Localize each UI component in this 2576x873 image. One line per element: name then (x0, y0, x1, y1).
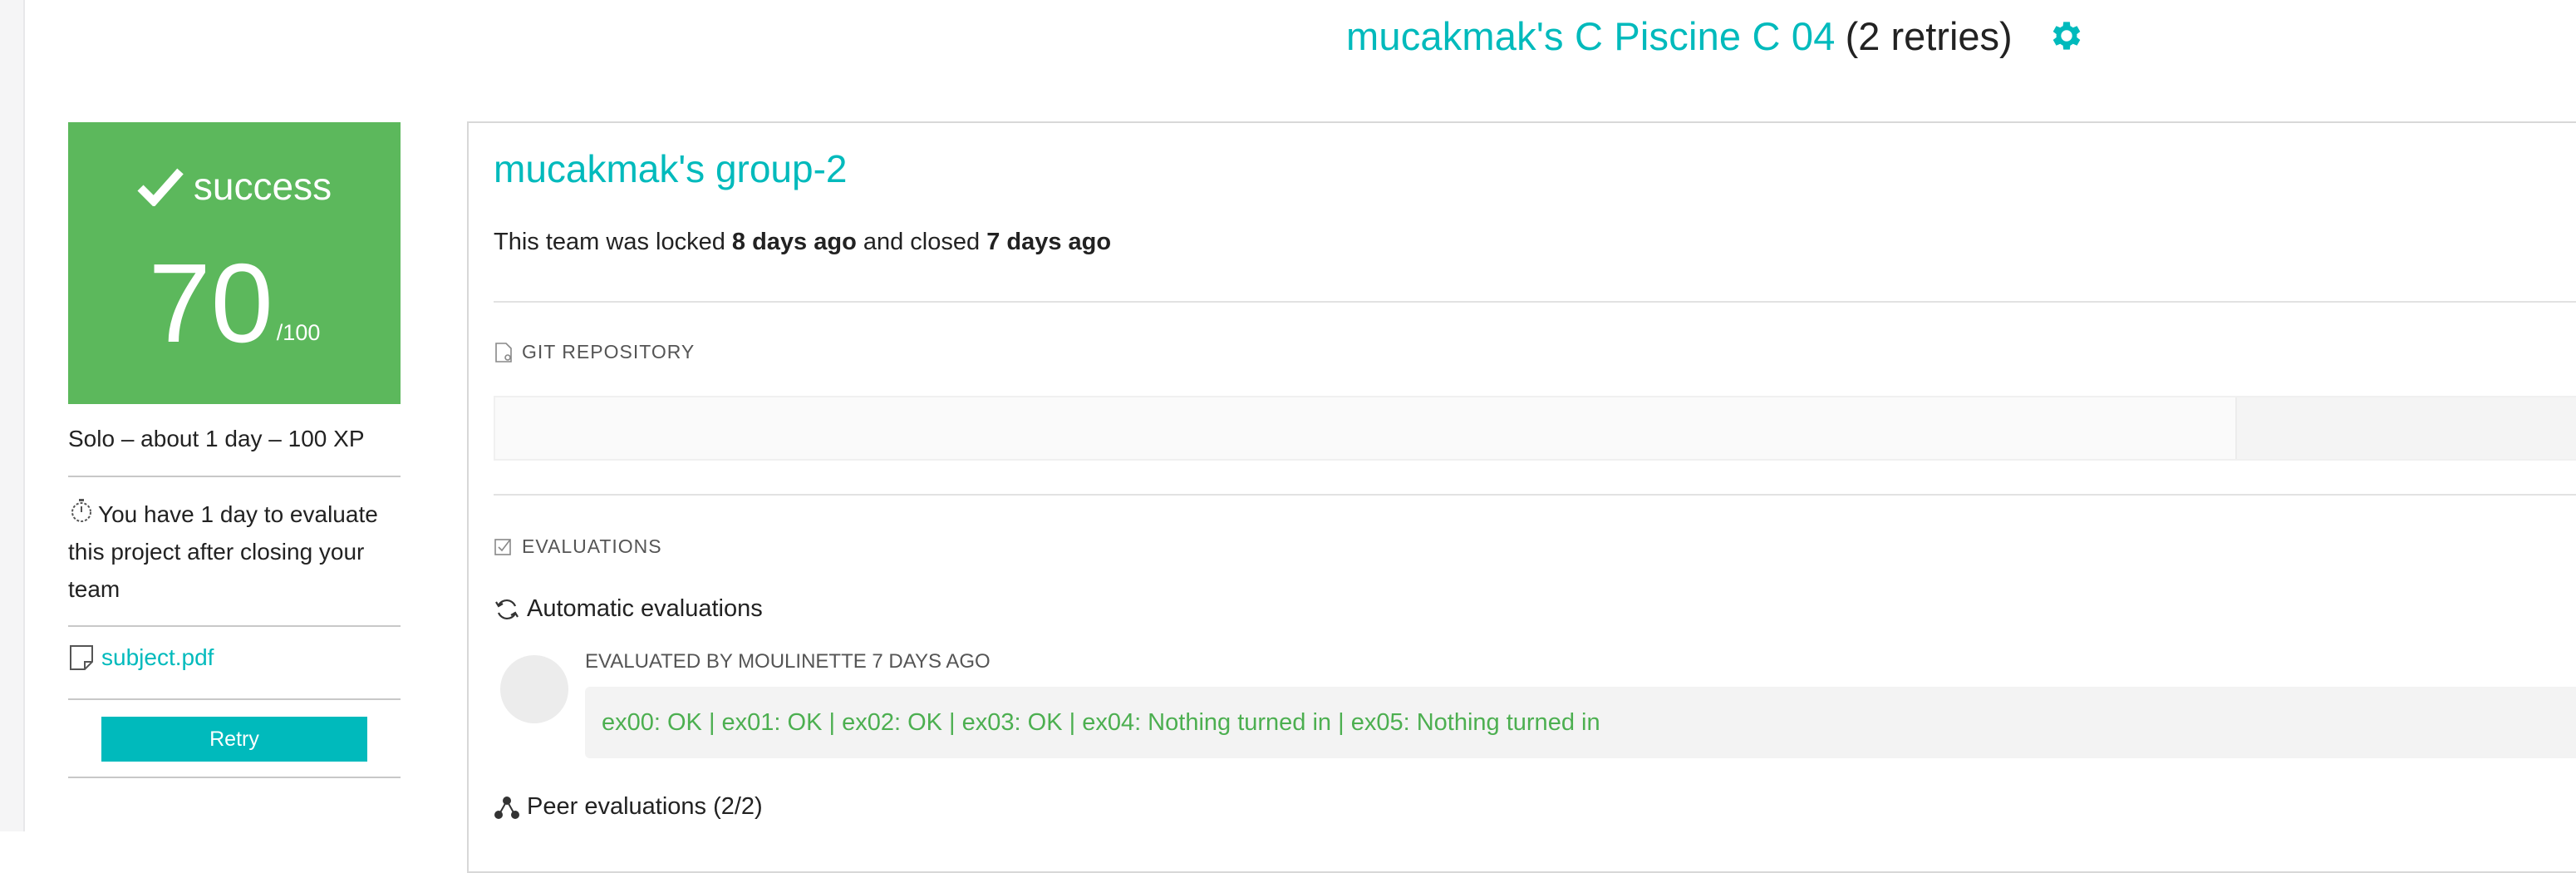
document-icon (70, 645, 93, 670)
divider (68, 777, 401, 778)
lock-prefix: This team was locked (494, 229, 732, 255)
peer-evaluations-header: Peer evaluations (2/2) (494, 793, 763, 821)
status-box: success 70 /100 (68, 122, 401, 404)
team-lock-status: This team was locked 8 days ago and clos… (494, 229, 1111, 256)
peer-evaluations-title: Peer evaluations (2/2) (527, 793, 763, 820)
stopwatch-icon (71, 499, 91, 522)
evaluation-note: You have 1 day to evaluate this project … (68, 496, 401, 608)
divider (68, 625, 401, 627)
status-row: success (68, 164, 401, 209)
git-repository-label: GIT REPOSITORY (522, 341, 696, 363)
closed-ago: 7 days ago (986, 229, 1112, 255)
git-repository-url-field[interactable] (494, 396, 2576, 461)
evaluations-header: EVALUATIONS (494, 535, 662, 558)
copy-segment[interactable] (2235, 397, 2576, 459)
divider (494, 301, 2576, 303)
checkbox-icon (494, 538, 511, 555)
gear-icon[interactable] (2048, 17, 2086, 55)
divider (68, 476, 401, 477)
repository-icon (495, 342, 512, 363)
checkmark-icon (137, 168, 184, 206)
evaluations-label: EVALUATIONS (522, 535, 662, 557)
automatic-evaluations-title: Automatic evaluations (527, 595, 763, 622)
evaluation-result-box: ex00: OK | ex01: OK | ex02: OK | ex03: O… (585, 687, 2576, 758)
subject-link[interactable]: subject.pdf (68, 644, 214, 672)
score-value: 70 (148, 240, 273, 366)
avatar (500, 655, 568, 723)
automatic-evaluations-header: Automatic evaluations (494, 595, 763, 623)
evaluated-by: EVALUATED BY MOULINETTE 7 DAYS AGO (585, 650, 991, 673)
divider (68, 698, 401, 700)
project-meta: Solo – about 1 day – 100 XP (68, 426, 365, 451)
lock-middle: and closed (856, 229, 987, 255)
divider (494, 494, 2576, 496)
score-row: 70 /100 (68, 247, 401, 359)
refresh-icon (495, 599, 519, 619)
project-title-link[interactable]: mucakmak's C Piscine C 04 (1346, 13, 1836, 59)
subject-link-label[interactable]: subject.pdf (101, 644, 214, 671)
status-label: success (193, 165, 332, 208)
evaluation-result: ex00: OK | ex01: OK | ex02: OK | ex03: O… (602, 708, 1600, 736)
score-max: /100 (276, 320, 321, 345)
team-name[interactable]: mucakmak's group-2 (494, 146, 848, 191)
locked-ago: 8 days ago (731, 229, 857, 255)
left-edge-bar (0, 0, 25, 831)
retry-button[interactable]: Retry (101, 717, 367, 762)
git-repository-header: GIT REPOSITORY (494, 341, 695, 363)
share-icon (494, 796, 519, 819)
page-header: mucakmak's C Piscine C 04 (2 retries) (1346, 7, 2086, 65)
evaluation-note-text: You have 1 day to evaluate this project … (68, 501, 378, 602)
retries-count: (2 retries) (1845, 13, 2013, 58)
